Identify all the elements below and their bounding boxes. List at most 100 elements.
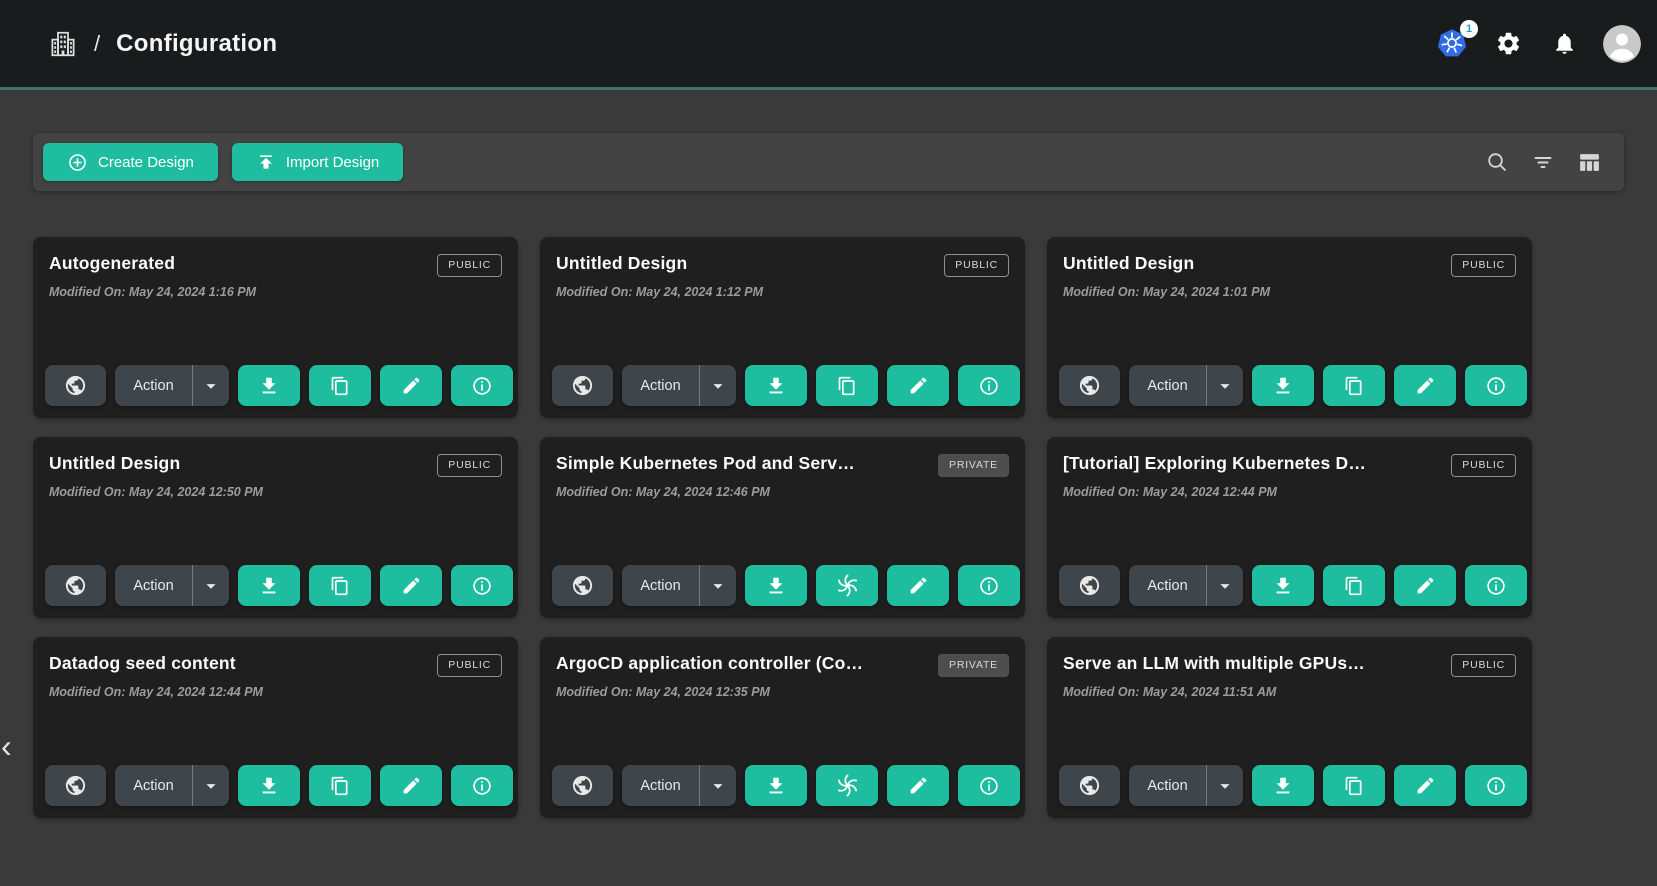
info-button[interactable] xyxy=(451,365,513,406)
pencil-icon xyxy=(908,575,929,596)
visibility-globe-button[interactable] xyxy=(45,765,106,806)
circle-plus-icon xyxy=(67,152,88,173)
card-action-bar: Action xyxy=(45,565,506,606)
design-card[interactable]: Untitled Design PUBLIC Modified On: May … xyxy=(1047,237,1532,418)
design-title: Untitled Design xyxy=(49,453,180,474)
edit-button[interactable] xyxy=(1394,765,1456,806)
search-button[interactable] xyxy=(1484,149,1510,175)
visibility-globe-button[interactable] xyxy=(45,365,106,406)
bell-icon xyxy=(1552,31,1577,56)
action-button[interactable]: Action xyxy=(115,565,229,606)
info-button[interactable] xyxy=(451,565,513,606)
download-button[interactable] xyxy=(1252,765,1314,806)
design-card[interactable]: Autogenerated PUBLIC Modified On: May 24… xyxy=(33,237,518,418)
download-icon xyxy=(1272,375,1294,397)
clone-button[interactable] xyxy=(1323,765,1385,806)
info-button[interactable] xyxy=(1465,765,1527,806)
download-button[interactable] xyxy=(745,565,807,606)
card-action-bar: Action xyxy=(552,565,1013,606)
design-card[interactable]: Simple Kubernetes Pod and Serv… PRIVATE … xyxy=(540,437,1025,618)
action-dropdown[interactable] xyxy=(192,565,229,606)
download-button[interactable] xyxy=(745,765,807,806)
modified-date: Modified On: May 24, 2024 12:35 PM xyxy=(556,685,1009,699)
kubernetes-context-button[interactable]: 1 xyxy=(1435,27,1469,61)
visibility-badge: PUBLIC xyxy=(437,454,502,477)
create-design-button[interactable]: Create Design xyxy=(43,143,218,181)
visibility-globe-button[interactable] xyxy=(552,765,613,806)
clone-button[interactable] xyxy=(1323,365,1385,406)
edit-button[interactable] xyxy=(1394,365,1456,406)
card-action-bar: Action xyxy=(1059,765,1520,806)
globe-icon xyxy=(1078,374,1101,397)
action-dropdown[interactable] xyxy=(192,765,229,806)
action-button[interactable]: Action xyxy=(1129,565,1243,606)
card-header: Untitled Design PUBLIC xyxy=(49,453,502,477)
action-button[interactable]: Action xyxy=(1129,365,1243,406)
action-button-label: Action xyxy=(622,378,699,394)
filter-button[interactable] xyxy=(1530,149,1556,175)
notifications-button[interactable] xyxy=(1547,27,1581,61)
action-dropdown[interactable] xyxy=(1206,765,1243,806)
info-button[interactable] xyxy=(958,365,1020,406)
action-button[interactable]: Action xyxy=(622,365,736,406)
action-dropdown[interactable] xyxy=(699,765,736,806)
clone-button[interactable] xyxy=(309,365,371,406)
edit-button[interactable] xyxy=(887,765,949,806)
info-button[interactable] xyxy=(958,565,1020,606)
toolbar-buttons: Create Design Import Design xyxy=(43,143,403,181)
clone-button[interactable] xyxy=(309,565,371,606)
clone-button[interactable] xyxy=(1323,565,1385,606)
download-button[interactable] xyxy=(238,365,300,406)
action-dropdown[interactable] xyxy=(1206,365,1243,406)
settings-button[interactable] xyxy=(1491,27,1525,61)
pencil-icon xyxy=(1415,375,1436,396)
edit-button[interactable] xyxy=(380,565,442,606)
download-button[interactable] xyxy=(238,565,300,606)
visibility-globe-button[interactable] xyxy=(552,565,613,606)
action-dropdown[interactable] xyxy=(699,365,736,406)
clone-button[interactable] xyxy=(309,765,371,806)
download-button[interactable] xyxy=(1252,565,1314,606)
design-card[interactable]: [Tutorial] Exploring Kubernetes D… PUBLI… xyxy=(1047,437,1532,618)
download-button[interactable] xyxy=(1252,365,1314,406)
edit-button[interactable] xyxy=(1394,565,1456,606)
visibility-globe-button[interactable] xyxy=(1059,765,1120,806)
sidebar-collapse-chevron[interactable]: ‹ xyxy=(1,730,12,762)
action-dropdown[interactable] xyxy=(192,365,229,406)
edit-button[interactable] xyxy=(887,565,949,606)
pattern-button[interactable] xyxy=(816,765,878,806)
pattern-button[interactable] xyxy=(816,565,878,606)
organization-building-icon[interactable] xyxy=(48,29,78,59)
action-button[interactable]: Action xyxy=(622,565,736,606)
design-card[interactable]: Untitled Design PUBLIC Modified On: May … xyxy=(540,237,1025,418)
action-button[interactable]: Action xyxy=(115,365,229,406)
chevron-down-icon xyxy=(707,775,729,797)
import-design-button[interactable]: Import Design xyxy=(232,143,403,181)
download-button[interactable] xyxy=(745,365,807,406)
action-button[interactable]: Action xyxy=(115,765,229,806)
edit-button[interactable] xyxy=(380,765,442,806)
info-button[interactable] xyxy=(1465,365,1527,406)
visibility-globe-button[interactable] xyxy=(552,365,613,406)
user-avatar[interactable] xyxy=(1603,25,1641,63)
design-card[interactable]: ArgoCD application controller (Co… PRIVA… xyxy=(540,637,1025,818)
info-button[interactable] xyxy=(1465,565,1527,606)
clone-icon xyxy=(330,376,350,396)
edit-button[interactable] xyxy=(380,365,442,406)
visibility-globe-button[interactable] xyxy=(1059,565,1120,606)
action-button[interactable]: Action xyxy=(1129,765,1243,806)
visibility-globe-button[interactable] xyxy=(1059,365,1120,406)
info-button[interactable] xyxy=(451,765,513,806)
download-button[interactable] xyxy=(238,765,300,806)
design-card[interactable]: Datadog seed content PUBLIC Modified On:… xyxy=(33,637,518,818)
design-card[interactable]: Untitled Design PUBLIC Modified On: May … xyxy=(33,437,518,618)
visibility-globe-button[interactable] xyxy=(45,565,106,606)
action-dropdown[interactable] xyxy=(1206,565,1243,606)
design-card[interactable]: Serve an LLM with multiple GPUs… PUBLIC … xyxy=(1047,637,1532,818)
clone-button[interactable] xyxy=(816,365,878,406)
info-button[interactable] xyxy=(958,765,1020,806)
action-dropdown[interactable] xyxy=(699,565,736,606)
action-button[interactable]: Action xyxy=(622,765,736,806)
table-view-button[interactable] xyxy=(1576,149,1602,175)
edit-button[interactable] xyxy=(887,365,949,406)
